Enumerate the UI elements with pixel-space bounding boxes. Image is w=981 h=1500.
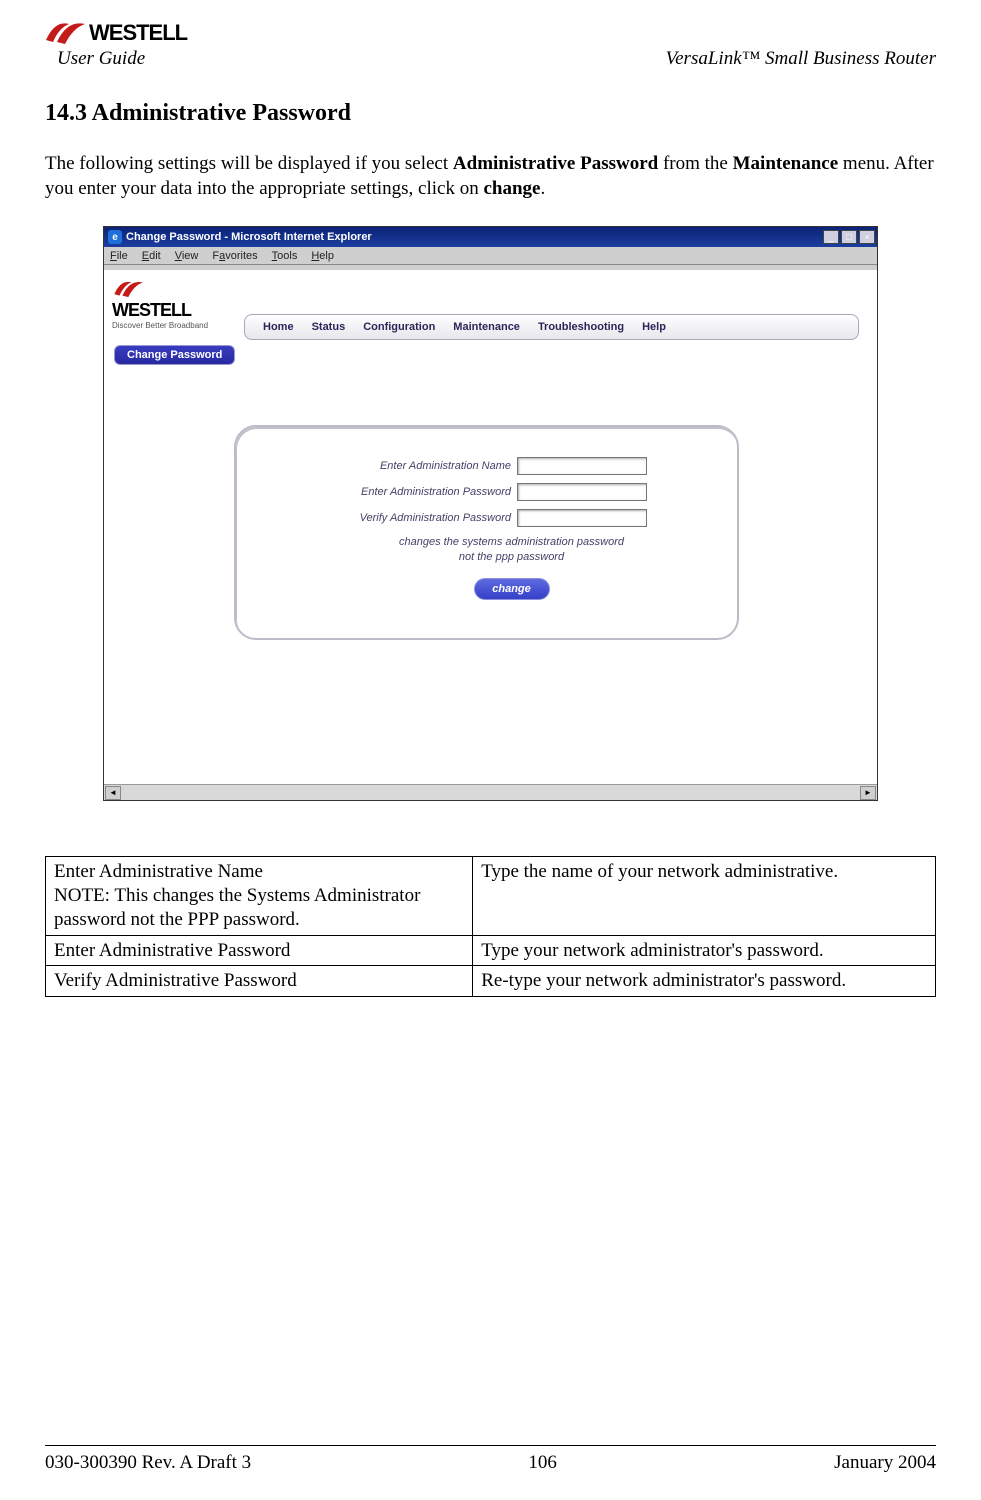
page-logo: WESTELL Discover Better Broadband — [112, 278, 208, 330]
brand-name: WESTELL — [89, 20, 187, 46]
admin-password-input[interactable] — [517, 483, 647, 501]
page-footer: 030-300390 Rev. A Draft 3 106 January 20… — [45, 1452, 936, 1474]
close-icon[interactable]: × — [859, 230, 875, 244]
nav-troubleshooting[interactable]: Troubleshooting — [538, 321, 624, 333]
document-header: WESTELL User Guide VersaLink™ Small Busi… — [45, 18, 936, 70]
menu-tools[interactable]: Tools — [272, 250, 298, 262]
page-body: WESTELL Discover Better Broadband Home S… — [104, 270, 877, 800]
menu-help[interactable]: Help — [311, 250, 334, 262]
nav-maintenance[interactable]: Maintenance — [453, 321, 520, 333]
change-password-panel: Enter Administration Name Enter Administ… — [234, 425, 739, 640]
intro-bold-1: Administrative Password — [453, 153, 658, 174]
section-heading: 14.3 Administrative Password — [45, 100, 936, 127]
hint-line-2: not the ppp password — [459, 551, 564, 563]
brand-block: WESTELL User Guide — [45, 18, 187, 70]
cell-left-title: Enter Administrative Name — [54, 861, 263, 882]
intro-bold-2: Maintenance — [733, 153, 839, 174]
footer-rule — [45, 1445, 936, 1446]
scroll-right-icon[interactable]: ► — [860, 786, 876, 800]
minimize-icon[interactable]: _ — [823, 230, 839, 244]
tab-change-password[interactable]: Change Password — [114, 345, 235, 365]
nav-home[interactable]: Home — [263, 321, 294, 333]
menu-file[interactable]: File — [110, 250, 128, 262]
page-logo-text: WESTELL — [112, 300, 208, 321]
window-titlebar: e Change Password - Microsoft Internet E… — [104, 227, 877, 247]
nav-configuration[interactable]: Configuration — [363, 321, 435, 333]
footer-page: 106 — [528, 1452, 557, 1474]
admin-name-label: Enter Administration Name — [316, 460, 511, 472]
browser-screenshot: e Change Password - Microsoft Internet E… — [103, 226, 878, 801]
intro-text: The following settings will be displayed… — [45, 153, 453, 174]
top-nav: Home Status Configuration Maintenance Tr… — [244, 314, 859, 340]
intro-text: from the — [658, 153, 732, 174]
cell-left-title: Enter Administrative Password — [46, 935, 473, 966]
scroll-left-icon[interactable]: ◄ — [105, 786, 121, 800]
change-button[interactable]: change — [474, 578, 550, 600]
nav-status[interactable]: Status — [312, 321, 346, 333]
intro-bold-3: change — [483, 178, 540, 199]
footer-date: January 2004 — [834, 1452, 936, 1474]
menu-favorites[interactable]: Favorites — [212, 250, 257, 262]
field-description-table: Enter Administrative Name NOTE: This cha… — [45, 856, 936, 997]
horizontal-scrollbar[interactable]: ◄ ► — [104, 784, 877, 800]
table-row: Verify Administrative Password Re-type y… — [46, 966, 936, 997]
cell-left-title: Verify Administrative Password — [46, 966, 473, 997]
admin-password-label: Enter Administration Password — [316, 486, 511, 498]
cell-right: Type your network administrator's passwo… — [473, 935, 936, 966]
admin-name-input[interactable] — [517, 457, 647, 475]
cell-left-note: NOTE: This changes the Systems Administr… — [54, 885, 420, 930]
cell-right: Type the name of your network administra… — [473, 857, 936, 935]
table-row: Enter Administrative Name NOTE: This cha… — [46, 857, 936, 935]
logo-swoosh-icon — [45, 18, 87, 48]
form-hint: changes the systems administration passw… — [316, 535, 707, 564]
user-guide-label: User Guide — [57, 48, 187, 70]
intro-paragraph: The following settings will be displayed… — [45, 152, 936, 201]
hint-line-1: changes the systems administration passw… — [399, 536, 624, 548]
browser-menubar: File Edit View Favorites Tools Help — [104, 247, 877, 265]
intro-text: . — [540, 178, 545, 199]
nav-help[interactable]: Help — [642, 321, 666, 333]
verify-password-input[interactable] — [517, 509, 647, 527]
maximize-icon[interactable]: □ — [841, 230, 857, 244]
westell-logo: WESTELL — [45, 18, 187, 48]
page-logo-tagline: Discover Better Broadband — [112, 321, 208, 330]
ie-icon: e — [108, 230, 122, 244]
cell-right: Re-type your network administrator's pas… — [473, 966, 936, 997]
menu-view[interactable]: View — [175, 250, 199, 262]
menu-edit[interactable]: Edit — [142, 250, 161, 262]
window-title: Change Password - Microsoft Internet Exp… — [126, 231, 372, 243]
product-name: VersaLink™ Small Business Router — [666, 48, 936, 70]
footer-rev: 030-300390 Rev. A Draft 3 — [45, 1452, 251, 1474]
table-row: Enter Administrative Password Type your … — [46, 935, 936, 966]
verify-password-label: Verify Administration Password — [316, 512, 511, 524]
